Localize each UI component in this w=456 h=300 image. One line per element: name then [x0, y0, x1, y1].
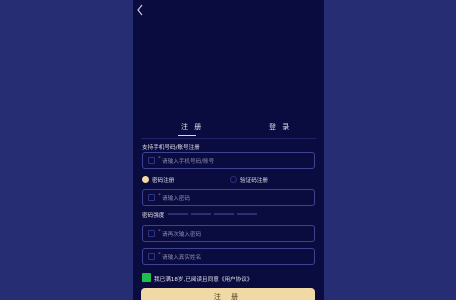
strength-bar [214, 213, 234, 215]
agreement-checkbox[interactable] [142, 273, 151, 282]
required-mark: * [158, 156, 161, 162]
password-input[interactable]: * 请输入密码 [142, 189, 315, 206]
strength-bar [191, 213, 211, 215]
active-tab-indicator [178, 135, 196, 136]
id-card-icon [148, 253, 155, 260]
password-placeholder: 请输入密码 [162, 195, 190, 202]
tabs-divider [141, 138, 316, 139]
register-submit-button[interactable]: 注 册 [141, 288, 315, 300]
lock-icon [148, 194, 155, 201]
required-mark: * [158, 229, 161, 235]
password-confirm-input[interactable]: * 请再次输入密码 [142, 225, 315, 242]
radio-code-register-label[interactable]: 验证码注册 [240, 176, 268, 184]
radio-password-register[interactable] [142, 176, 149, 183]
strength-bar [237, 213, 257, 215]
auth-tabs: 注 册 登 录 [133, 122, 324, 138]
real-name-placeholder: 请输入真实姓名 [162, 254, 202, 261]
real-name-input[interactable]: * 请输入真实姓名 [142, 248, 315, 265]
strength-bar [168, 213, 188, 215]
password-strength-meter [168, 212, 263, 216]
user-icon [148, 157, 155, 164]
chevron-left-icon [137, 4, 143, 16]
user-agreement-link[interactable]: 《用户协议》 [219, 277, 253, 283]
back-button[interactable] [136, 4, 148, 18]
account-placeholder: 请输入手机号码/账号 [162, 158, 215, 165]
tab-register[interactable]: 注 册 [181, 122, 203, 132]
required-mark: * [158, 193, 161, 199]
agreement-text: 我已满18岁,已阅读且同意《用户协议》 [154, 275, 252, 283]
required-mark: * [158, 252, 161, 258]
account-label: 支持手机号码/账号注册 [142, 145, 200, 151]
register-screen: 注 册 登 录 支持手机号码/账号注册 * 请输入手机号码/账号 密码注册 验证… [133, 0, 324, 300]
register-method-group: 密码注册 验证码注册 [142, 175, 322, 185]
radio-password-register-label[interactable]: 密码注册 [152, 176, 174, 184]
strength-label: 密码强度 [142, 213, 165, 219]
agreement-row: 我已满18岁,已阅读且同意《用户协议》 [142, 273, 322, 283]
password-confirm-placeholder: 请再次输入密码 [162, 231, 202, 238]
agreement-statement: 我已满18岁,已阅读且同意 [154, 277, 219, 283]
lock-icon [148, 230, 155, 237]
radio-code-register[interactable] [230, 176, 237, 183]
tab-login[interactable]: 登 录 [269, 122, 291, 132]
account-input[interactable]: * 请输入手机号码/账号 [142, 152, 315, 169]
